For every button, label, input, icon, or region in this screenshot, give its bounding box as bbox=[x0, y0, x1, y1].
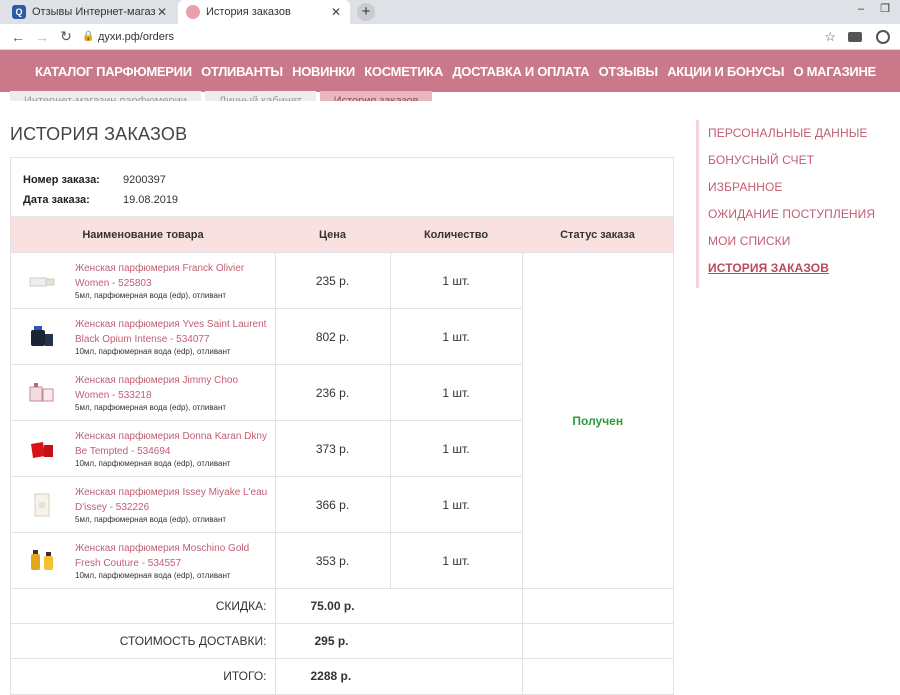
perfume-bottle-thumbnail[interactable] bbox=[25, 544, 59, 578]
item-price: 366 р. bbox=[274, 476, 390, 533]
column-header-status: Статус заказа bbox=[522, 216, 673, 253]
item-quantity: 1 шт. bbox=[389, 252, 522, 309]
nav-item-decants[interactable]: ОТЛИВАНТЫ bbox=[201, 64, 283, 79]
order-status-badge: Получен bbox=[521, 252, 673, 589]
order-card: Номер заказа: 9200397 Дата заказа: 19.08… bbox=[10, 157, 674, 695]
bookmark-star-icon[interactable]: ☆ bbox=[824, 29, 836, 45]
nav-item-delivery[interactable]: ДОСТАВКА И ОПЛАТА bbox=[452, 64, 589, 79]
sidebar-item-personal-data[interactable]: ПЕРСОНАЛЬНЫЕ ДАННЫЕ bbox=[708, 120, 875, 147]
sidebar-item-waitlist[interactable]: ОЖИДАНИЕ ПОСТУПЛЕНИЯ bbox=[708, 201, 875, 228]
product-link[interactable]: Женская парфюмерия Moschino Gold Fresh C… bbox=[75, 541, 275, 571]
page-title: ИСТОРИЯ ЗАКАЗОВ bbox=[10, 124, 188, 144]
delivery-value: 295 р. bbox=[274, 623, 522, 659]
new-tab-button[interactable]: + bbox=[357, 3, 375, 21]
restore-icon[interactable]: ❐ bbox=[876, 2, 894, 16]
product-link[interactable]: Женская парфюмерия Issey Miyake L'eau D'… bbox=[75, 485, 275, 515]
delivery-row: СТОИМОСТЬ ДОСТАВКИ: 295 р. bbox=[11, 623, 673, 659]
forward-arrow-icon[interactable]: → bbox=[30, 29, 54, 45]
column-header-product: Наименование товара bbox=[11, 216, 275, 253]
main-navigation: КАТАЛОГ ПАРФЮМЕРИИ ОТЛИВАНТЫ НОВИНКИ КОС… bbox=[0, 50, 900, 92]
total-label: ИТОГО: bbox=[11, 658, 275, 694]
item-quantity: 1 шт. bbox=[389, 532, 522, 589]
back-arrow-icon[interactable]: ← bbox=[6, 29, 30, 45]
perfume-bottle-thumbnail[interactable] bbox=[25, 376, 59, 410]
product-description: 10мл, парфюмерная вода (edp), отливант bbox=[75, 458, 231, 468]
sidebar-item-bonus-account[interactable]: БОНУСНЫЙ СЧЕТ bbox=[708, 147, 875, 174]
perfume-bottle-thumbnail[interactable] bbox=[25, 264, 59, 298]
profile-icon[interactable] bbox=[876, 29, 890, 44]
close-tab-icon[interactable]: ✕ bbox=[156, 5, 168, 19]
column-header-quantity: Количество bbox=[390, 216, 522, 253]
order-number: 9200397 bbox=[123, 174, 166, 186]
tab-label: История заказов bbox=[206, 6, 291, 18]
browser-tab-reviews[interactable]: Q Отзывы Интернет-магазин пар ✕ bbox=[4, 0, 176, 24]
discount-value: 75.00 р. bbox=[274, 588, 522, 624]
reload-icon[interactable]: ↻ bbox=[54, 28, 78, 45]
sidebar-item-my-lists[interactable]: МОИ СПИСКИ bbox=[708, 228, 875, 255]
product-link[interactable]: Женская парфюмерия Franck Olivier Women … bbox=[75, 261, 275, 291]
perfume-bottle-thumbnail[interactable] bbox=[25, 320, 59, 354]
account-sidebar: ПЕРСОНАЛЬНЫЕ ДАННЫЕ БОНУСНЫЙ СЧЕТ ИЗБРАН… bbox=[696, 120, 875, 288]
breadcrumb-account[interactable]: Личный кабинет bbox=[204, 91, 316, 101]
item-price: 235 р. bbox=[274, 252, 390, 309]
perfume-bottle-thumbnail[interactable] bbox=[25, 488, 59, 522]
item-quantity: 1 шт. bbox=[389, 420, 522, 477]
order-items-table: Наименование товара Цена Количество Стат… bbox=[11, 216, 673, 694]
tab-label: Отзывы Интернет-магазин пар bbox=[32, 6, 156, 18]
window-controls: – ❐ bbox=[852, 2, 894, 16]
nav-item-new[interactable]: НОВИНКИ bbox=[292, 64, 355, 79]
sidebar-item-favorites[interactable]: ИЗБРАННОЕ bbox=[708, 174, 875, 201]
minimize-icon[interactable]: – bbox=[852, 2, 870, 16]
product-description: 10мл, парфюмерная вода (edp), отливант bbox=[75, 570, 231, 580]
item-price: 802 р. bbox=[274, 308, 390, 365]
sidebar-item-order-history[interactable]: ИСТОРИЯ ЗАКАЗОВ bbox=[708, 255, 875, 282]
product-link[interactable]: Женская парфюмерия Donna Karan Dkny Be T… bbox=[75, 429, 275, 459]
product-description: 5мл, парфюмерная вода (edp), отливант bbox=[75, 290, 227, 300]
order-meta: Номер заказа: 9200397 Дата заказа: 19.08… bbox=[11, 158, 673, 216]
breadcrumb: Интернет-магазин парфюмерии Личный кабин… bbox=[10, 91, 436, 101]
order-date-label: Дата заказа: bbox=[23, 194, 90, 206]
close-tab-icon[interactable]: ✕ bbox=[330, 5, 342, 19]
perfume-favicon-icon bbox=[186, 5, 200, 19]
browser-tab-bar: Q Отзывы Интернет-магазин пар ✕ История … bbox=[0, 0, 900, 24]
item-quantity: 1 шт. bbox=[389, 308, 522, 365]
nav-item-about[interactable]: О МАГАЗИНЕ bbox=[793, 64, 876, 79]
breadcrumb-home[interactable]: Интернет-магазин парфюмерии bbox=[10, 91, 201, 101]
product-link[interactable]: Женская парфюмерия Yves Saint Laurent Bl… bbox=[75, 317, 275, 347]
item-quantity: 1 шт. bbox=[389, 476, 522, 533]
address-bar: ← → ↻ 🔒 духи.рф/orders ☆ bbox=[0, 24, 900, 50]
product-description: 10мл, парфюмерная вода (edp), отливант bbox=[75, 346, 231, 356]
nav-item-promos[interactable]: АКЦИИ И БОНУСЫ bbox=[667, 64, 784, 79]
url-text[interactable]: духи.рф/orders bbox=[98, 31, 824, 43]
delivery-label: СТОИМОСТЬ ДОСТАВКИ: bbox=[11, 623, 275, 659]
order-date: 19.08.2019 bbox=[123, 194, 179, 206]
nav-item-cosmetics[interactable]: КОСМЕТИКА bbox=[364, 64, 443, 79]
nav-item-catalog[interactable]: КАТАЛОГ ПАРФЮМЕРИИ bbox=[35, 64, 192, 79]
item-quantity: 1 шт. bbox=[389, 364, 522, 421]
item-price: 236 р. bbox=[274, 364, 390, 421]
discount-label: СКИДКА: bbox=[11, 588, 275, 624]
browser-tab-orders[interactable]: История заказов ✕ bbox=[178, 0, 350, 24]
product-description: 5мл, парфюмерная вода (edp), отливант bbox=[75, 402, 227, 412]
item-price: 373 р. bbox=[274, 420, 390, 477]
url-field[interactable]: 🔒 духи.рф/orders ☆ bbox=[82, 26, 840, 48]
table-row: Женская парфюмерия Franck Olivier Women … bbox=[11, 252, 673, 589]
breadcrumb-current: История заказов bbox=[319, 91, 433, 101]
lock-icon[interactable]: 🔒 bbox=[82, 31, 98, 42]
product-link[interactable]: Женская парфюмерия Jimmy Choo Women - 53… bbox=[75, 373, 275, 403]
item-price: 353 р. bbox=[274, 532, 390, 589]
nav-item-reviews[interactable]: ОТЗЫВЫ bbox=[599, 64, 659, 79]
total-value: 2288 р. bbox=[274, 658, 522, 694]
column-header-price: Цена bbox=[275, 216, 390, 253]
extension-icon[interactable] bbox=[848, 31, 862, 42]
order-number-label: Номер заказа: bbox=[23, 174, 100, 186]
product-description: 5мл, парфюмерная вода (edp), отливант bbox=[75, 514, 227, 524]
total-row: ИТОГО: 2288 р. bbox=[11, 658, 673, 694]
perfume-bottle-thumbnail[interactable] bbox=[25, 432, 59, 466]
discount-row: СКИДКА: 75.00 р. bbox=[11, 588, 673, 624]
site-favicon-icon: Q bbox=[12, 5, 26, 19]
